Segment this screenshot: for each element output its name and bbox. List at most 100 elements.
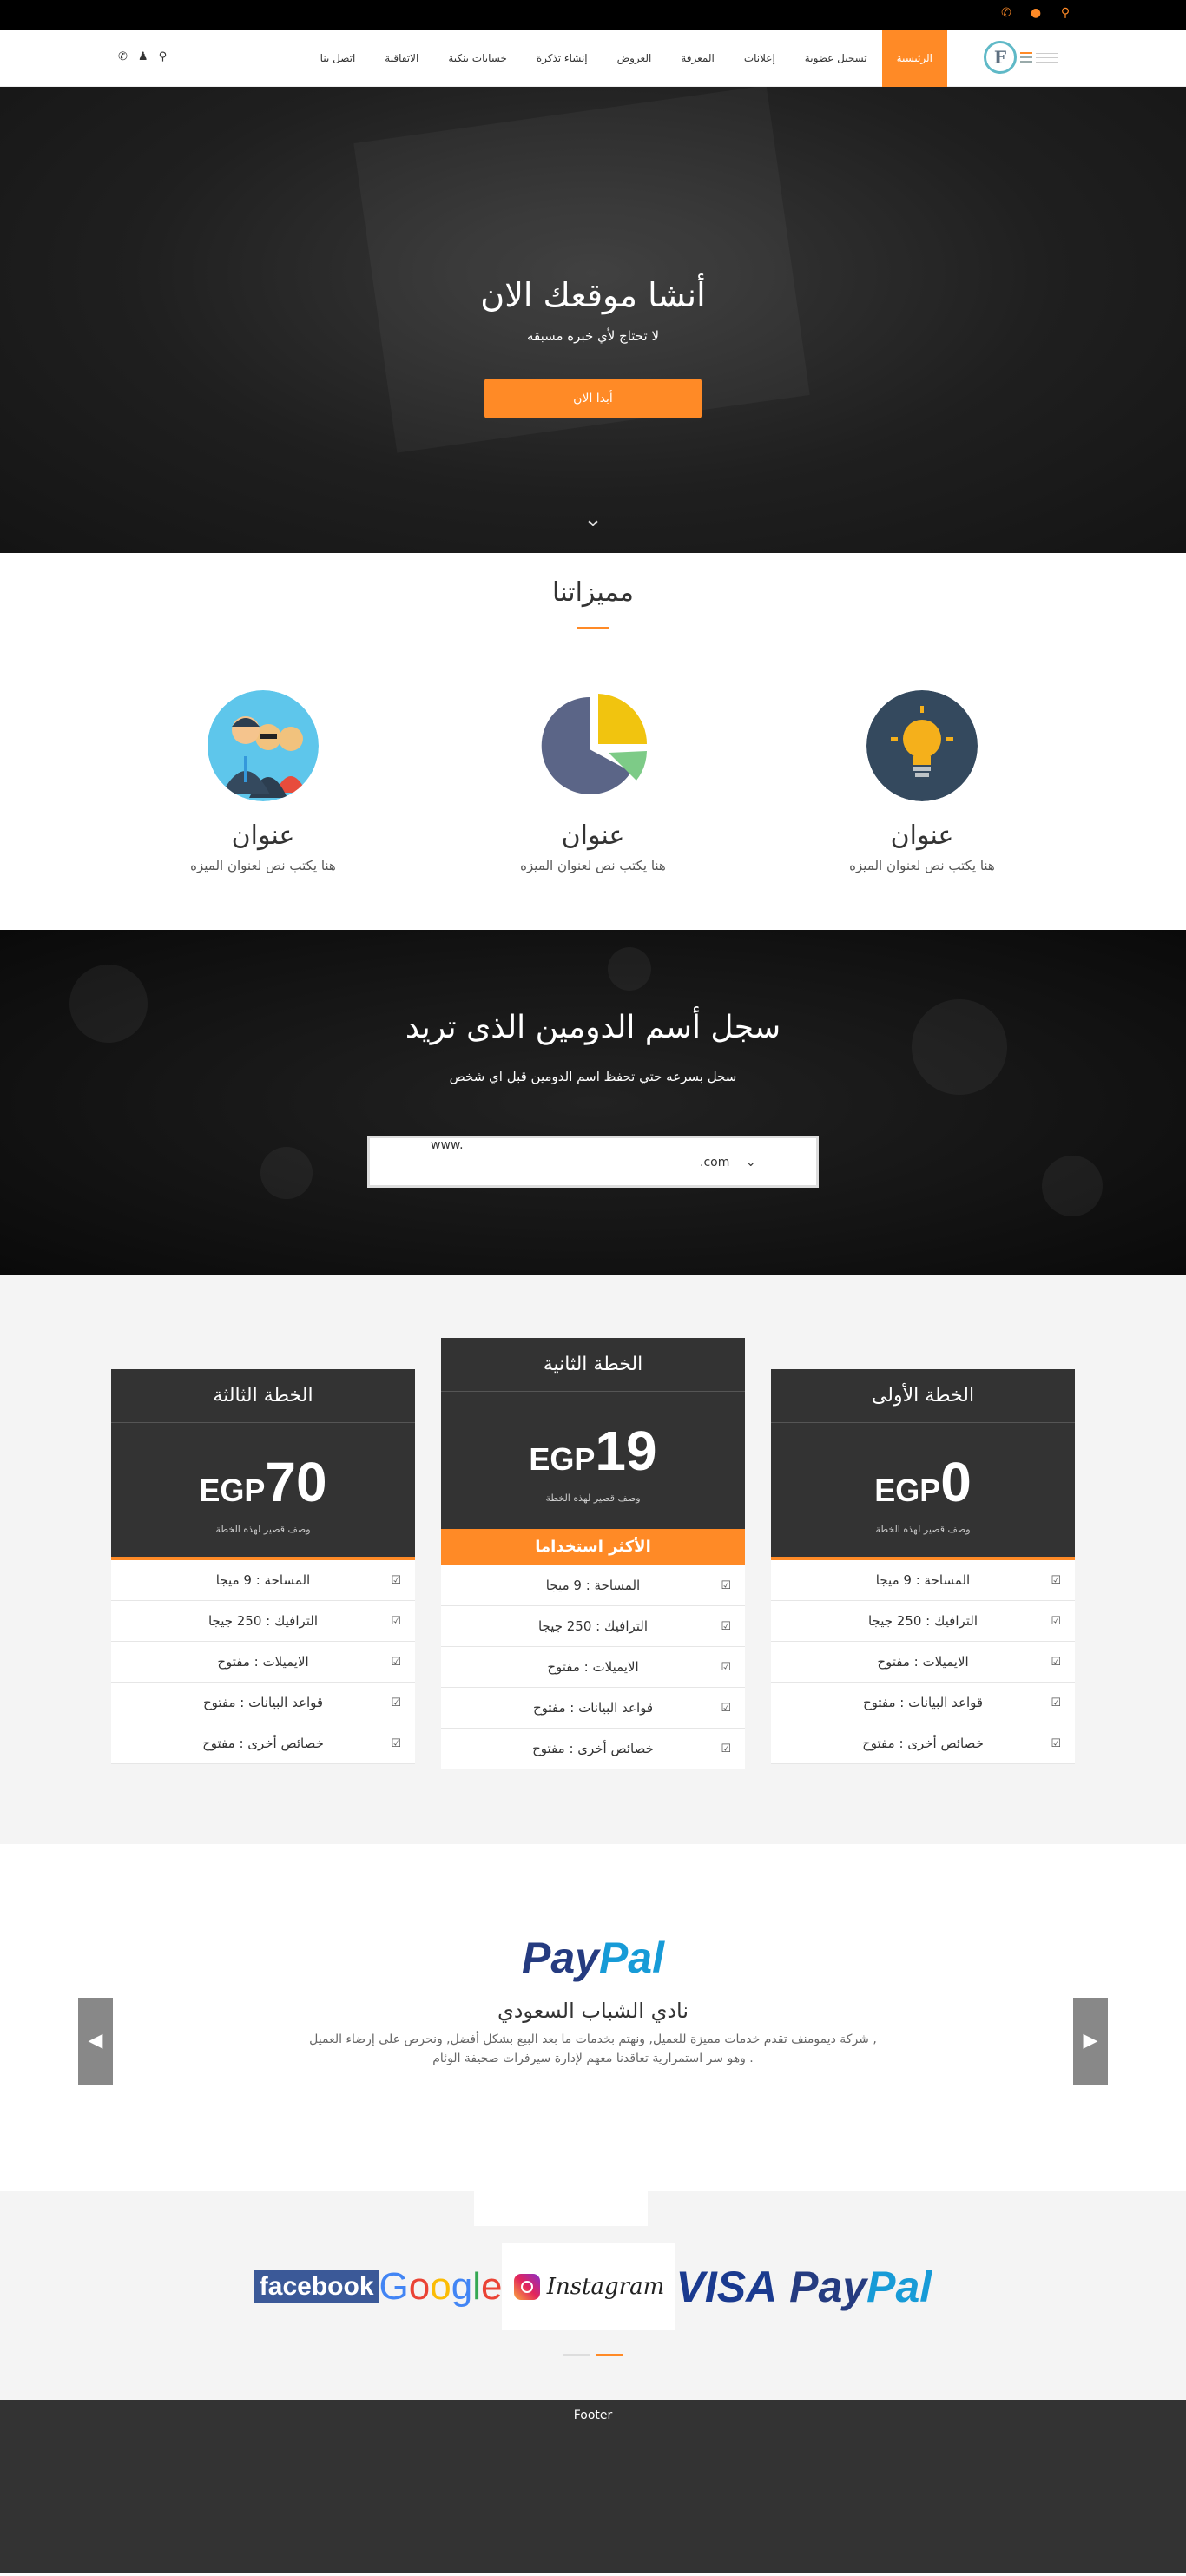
domain-input[interactable]: www. — [431, 1138, 464, 1152]
user-icon[interactable]: ♟ — [138, 50, 148, 63]
nav-item-contact[interactable]: اتصل بنا — [306, 30, 371, 87]
domain-subtitle: سجل بسرعه حتي تحفظ اسم الدومين قبل اي شخ… — [449, 1069, 737, 1084]
google-letter: g — [451, 2265, 473, 2308]
tld-value: .com — [700, 1156, 730, 1169]
nav-item-knowledge[interactable]: المعرفة — [666, 30, 729, 87]
plan-feature: ☑ خصائص أخرى : مفتوح — [441, 1729, 745, 1769]
start-now-button[interactable]: أبدا الان — [484, 379, 702, 418]
features-section: مميزاتنا عنوان هنا يكتب نص لعنوان الميزه… — [0, 553, 1186, 930]
search-icon[interactable]: ⚲ — [159, 50, 168, 63]
google-letter: e — [480, 2265, 503, 2308]
plan-feature: ☑ الترافيك : 250 جيجا — [111, 1601, 415, 1642]
plan-amount: 0 — [940, 1451, 972, 1513]
carousel-dot-active[interactable] — [596, 2354, 623, 2356]
instagram-logo[interactable]: Instagram — [502, 2243, 676, 2330]
checkbox-icon: ☑ — [1051, 1737, 1061, 1750]
google-logo[interactable]: Google — [379, 2243, 503, 2330]
plan-feature-label: المساحة : 9 ميجا — [545, 1578, 641, 1593]
background-bokeh — [608, 947, 651, 991]
tld-select[interactable]: .com ⌄ — [700, 1156, 756, 1169]
nav-item-register[interactable]: تسجيل عضوية — [790, 30, 882, 87]
search-icon[interactable]: ⚲ — [1058, 6, 1073, 20]
pricing-plan: الخطة الأولى EGP0 وصف قصير لهذه الخطة ☑ ا… — [771, 1369, 1075, 1764]
plan-feature-label: المساحة : 9 ميجا — [215, 1572, 311, 1588]
carousel-prev-button[interactable]: ◀ — [78, 1998, 113, 2085]
visa-logo[interactable]: VISA — [675, 2243, 777, 2330]
nav-item-home[interactable]: الرئيسية — [881, 30, 947, 87]
plan-feature: ☑ الايميلات : مفتوح — [771, 1642, 1075, 1683]
plan-feature-label: الايميلات : مفتوح — [547, 1659, 639, 1675]
plan-feature-label: خصائص أخرى : مفتوح — [532, 1741, 654, 1756]
client-logos-carousel: facebook Google Instagram VISA Pay Pal — [0, 2243, 1186, 2330]
plan-feature-label: قواعد البيانات : مفتوح — [202, 1695, 324, 1710]
plan-feature-label: خصائص أخرى : مفتوح — [862, 1736, 984, 1751]
feature-card: عنوان هنا يكتب نص لعنوان الميزه — [471, 690, 715, 873]
instagram-wordmark: Instagram — [546, 2274, 665, 2300]
nav-item-ads[interactable]: إعلانات — [729, 30, 790, 87]
hero-subtitle: لا تحتاج لأي خبره مسبقه — [526, 328, 660, 344]
carousel-next-button[interactable]: ▶ — [1073, 1998, 1108, 2085]
nav-item-bank[interactable]: خسابات بنكية — [433, 30, 522, 87]
plan-feature: ☑ قواعد البيانات : مفتوح — [771, 1683, 1075, 1723]
plan-name: الخطة الثالثة — [111, 1369, 415, 1423]
checkbox-icon: ☑ — [721, 1743, 731, 1756]
google-letter: l — [472, 2265, 481, 2308]
checkbox-icon: ☑ — [391, 1615, 401, 1628]
logo-wordmark — [1036, 52, 1058, 63]
phone-icon[interactable]: ✆ — [118, 50, 128, 63]
checkbox-icon: ☑ — [391, 1574, 401, 1587]
plan-feature-label: الايميلات : مفتوح — [877, 1654, 969, 1670]
team-icon — [208, 690, 319, 801]
google-letter: o — [430, 2265, 451, 2308]
chevron-down-icon[interactable]: ⌄ — [579, 505, 607, 533]
plan-feature-label: الترافيك : 250 جيجا — [537, 1618, 649, 1634]
feature-title: عنوان — [890, 820, 954, 851]
background-bokeh — [1042, 1156, 1103, 1216]
plan-feature-label: قواعد البيانات : مفتوح — [862, 1695, 984, 1710]
nav-tools: ✆ ♟ ⚲ — [118, 50, 167, 63]
domain-section: سجل أسم الدومين الذى تريد سجل بسرعه حتي … — [0, 930, 1186, 1275]
menu-icon[interactable] — [1020, 52, 1032, 63]
feature-desc: هنا يكتب نص لعنوان الميزه — [190, 858, 336, 873]
plan-price-box: EGP70 وصف قصير لهذه الخطة — [111, 1423, 415, 1560]
paypal-logo-part: Pal — [866, 2263, 932, 2311]
checkbox-icon: ☑ — [391, 1737, 401, 1750]
carousel-dot[interactable] — [563, 2354, 590, 2356]
feature-card: عنوان هنا يكتب نص لعنوان الميزه — [142, 690, 385, 873]
phone-icon[interactable]: ✆ — [998, 6, 1014, 20]
paypal-logo[interactable]: Pay Pal — [789, 2243, 932, 2330]
plan-feature: ☑ الايميلات : مفتوح — [441, 1647, 745, 1688]
nav-item-ticket[interactable]: إنشاء تذكرة — [522, 30, 603, 87]
nav-item-offers[interactable]: العروض — [603, 30, 667, 87]
background-bokeh — [260, 1147, 313, 1199]
feature-desc: هنا يكتب نص لعنوان الميزه — [849, 858, 995, 873]
footer: Footer — [0, 2400, 1186, 2573]
nav-menu: الرئيسية تسجيل عضوية إعلانات المعرفة الع… — [306, 30, 947, 87]
plan-price: EGP19 — [441, 1392, 745, 1492]
plan-currency: EGP — [874, 1472, 941, 1508]
plan-feature: ☑ الترافيك : 250 جيجا — [441, 1606, 745, 1647]
nav-item-agreement[interactable]: الاتفاقية — [370, 30, 433, 87]
carousel-dots — [0, 2354, 1186, 2356]
plan-currency: EGP — [199, 1472, 266, 1508]
user-icon[interactable]: ● — [1028, 6, 1044, 20]
facebook-logo[interactable]: facebook — [254, 2243, 379, 2330]
plan-feature: ☑ خصائص أخرى : مفتوح — [771, 1723, 1075, 1764]
paypal-logo-part: Pal — [598, 1934, 665, 1982]
feature-card: عنوان هنا يكتب نص لعنوان الميزه — [801, 690, 1044, 873]
checkbox-icon: ☑ — [1051, 1656, 1061, 1669]
plan-price: EGP0 — [771, 1423, 1075, 1524]
plan-currency: EGP — [529, 1441, 596, 1477]
checkbox-icon: ☑ — [721, 1579, 731, 1592]
top-bar: ✆ ● ⚲ — [0, 0, 1186, 30]
plan-feature-label: قواعد البيانات : مفتوح — [532, 1700, 654, 1716]
feature-title: عنوان — [231, 820, 295, 851]
site-logo[interactable]: F — [984, 36, 1069, 78]
pricing-plan-featured: الخطة الثانية EGP19 وصف قصير لهذه الخطة … — [441, 1338, 745, 1769]
plan-name: الخطة الثانية — [441, 1338, 745, 1392]
plan-feature-label: المساحة : 9 ميجا — [875, 1572, 971, 1588]
visa-wordmark: VISA — [675, 2263, 778, 2311]
plan-feature: ☑ قواعد البيانات : مفتوح — [111, 1683, 415, 1723]
pie-chart-icon — [541, 694, 647, 794]
plan-feature-label: الترافيك : 250 جيجا — [208, 1613, 319, 1629]
